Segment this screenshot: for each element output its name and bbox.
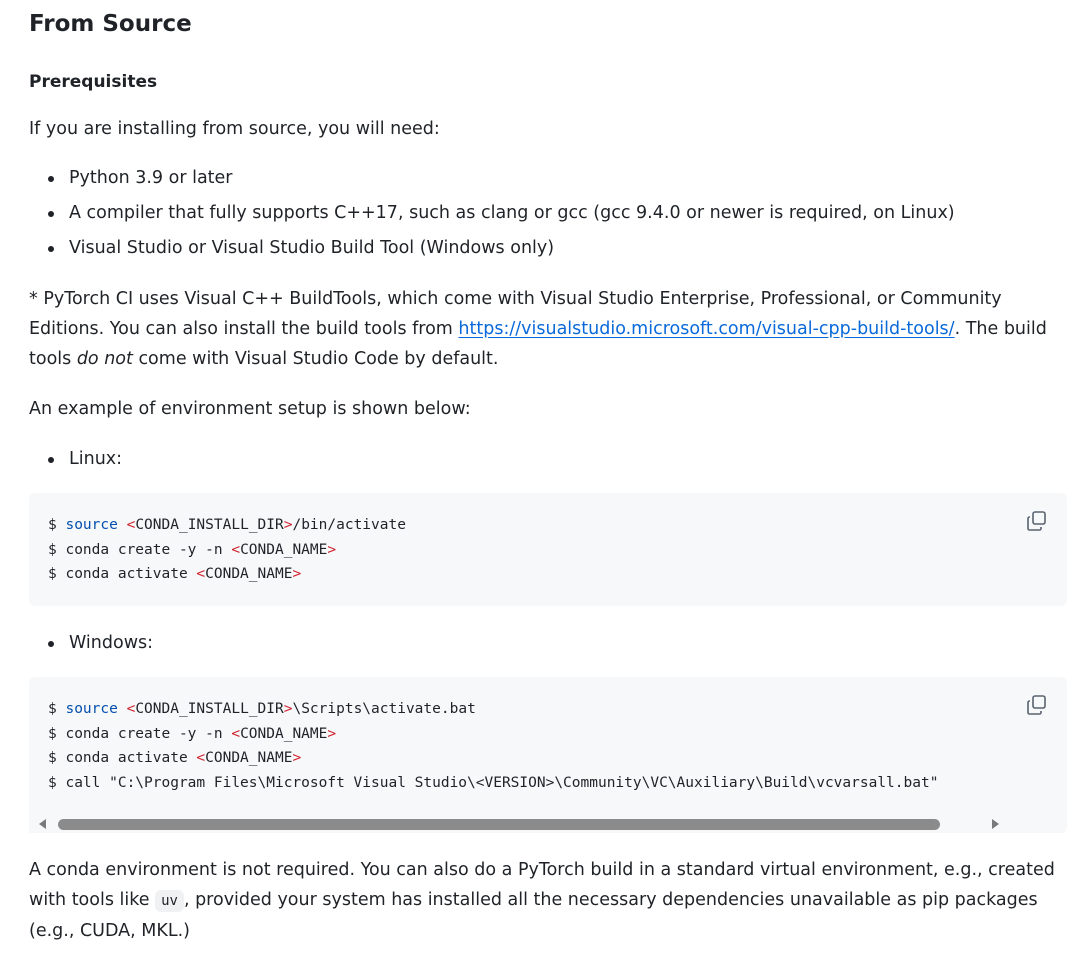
prerequisites-heading: Prerequisites: [29, 72, 158, 92]
linux-list: Linux:: [29, 444, 122, 479]
windows-list: Windows:: [29, 628, 153, 663]
section-title: From Source: [29, 11, 192, 37]
build-tools-link[interactable]: https://visualstudio.microsoft.com/visua…: [458, 319, 954, 339]
list-item-linux: Linux:: [29, 444, 122, 479]
list-item: Visual Studio or Visual Studio Build Too…: [29, 233, 955, 268]
scroll-left-arrow-icon[interactable]: [39, 819, 46, 829]
scrollbar-thumb[interactable]: [58, 819, 940, 830]
note-text: come with Visual Studio Code by default.: [132, 349, 499, 369]
copy-button-windows[interactable]: [1026, 694, 1048, 716]
scroll-right-arrow-icon[interactable]: [992, 819, 999, 829]
requirements-list: Python 3.9 or later A compiler that full…: [29, 163, 955, 268]
copy-icon: [1027, 695, 1046, 715]
list-item-windows: Windows:: [29, 628, 153, 663]
linux-code: $ source <CONDA_INSTALL_DIR>/bin/activat…: [48, 517, 406, 582]
copy-button-linux[interactable]: [1026, 510, 1048, 532]
copy-icon: [1027, 511, 1046, 531]
windows-code-block: $ source <CONDA_INSTALL_DIR>\Scripts\act…: [29, 677, 1067, 833]
linux-code-block: $ source <CONDA_INSTALL_DIR>/bin/activat…: [29, 493, 1067, 606]
buildtools-note: * PyTorch CI uses Visual C++ BuildTools,…: [29, 284, 1069, 374]
final-paragraph: A conda environment is not required. You…: [29, 860, 1055, 941]
horizontal-scrollbar[interactable]: [29, 813, 1011, 833]
note-emphasis: do not: [76, 349, 133, 369]
intro-paragraph: If you are installing from source, you w…: [29, 119, 440, 139]
list-item: Python 3.9 or later: [29, 163, 955, 198]
list-item: A compiler that fully supports C++17, su…: [29, 198, 955, 233]
inline-code-uv: uv: [155, 890, 184, 912]
windows-code: $ source <CONDA_INSTALL_DIR>\Scripts\act…: [48, 701, 939, 791]
example-intro: An example of environment setup is shown…: [29, 399, 471, 419]
